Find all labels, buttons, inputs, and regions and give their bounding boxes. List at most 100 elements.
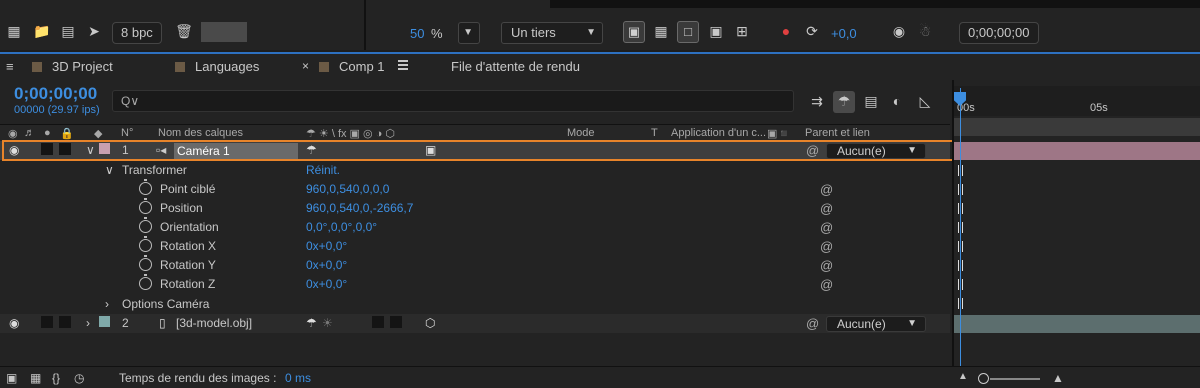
layer-row-3d-model[interactable]: ◉ › 2 ▯ [3d-model.obj] ☂ ☀ ⬡ @ Aucun(e) …: [0, 314, 950, 333]
property-row[interactable]: Rotation X 0x+0,0° @: [0, 236, 950, 256]
property-value[interactable]: 960,0,540,0,-2666,7: [306, 201, 413, 215]
reset-exposure-icon[interactable]: ⟳: [802, 22, 822, 40]
layer-bar-3d-model[interactable]: [954, 315, 1200, 333]
film-icon[interactable]: ▤: [58, 22, 78, 40]
pickwhip-icon[interactable]: @: [820, 239, 833, 254]
exposure-value[interactable]: +0,0: [831, 26, 857, 41]
in-out-toggle-icon[interactable]: {}: [52, 371, 60, 385]
layer-name[interactable]: [3d-model.obj]: [176, 316, 252, 330]
camera-snapshot-icon[interactable]: ◉: [889, 22, 909, 40]
property-row[interactable]: Position 960,0,540,0,-2666,7 @: [0, 198, 950, 218]
switches-header[interactable]: ☂ ☀ \ fx ▣ ◎ ◑ ⬡: [306, 127, 395, 140]
solo-icon[interactable]: ●: [44, 127, 51, 139]
timeline-area[interactable]: 00s 05s: [952, 80, 1200, 388]
grid-guides-icon[interactable]: ⊞: [732, 22, 752, 40]
eye-icon[interactable]: ◉: [9, 316, 19, 330]
expand-chevron-icon[interactable]: ›: [86, 316, 90, 330]
expand-chevron-icon[interactable]: ›: [105, 297, 109, 311]
pickwhip-icon[interactable]: @: [820, 258, 833, 273]
modes-toggle-icon[interactable]: ▦: [30, 371, 41, 385]
tab-3d-project[interactable]: 3D Project: [32, 58, 113, 78]
3d-layer-switch-icon[interactable]: ⬡: [425, 316, 435, 330]
property-row[interactable]: Orientation 0,0°,0,0°,0,0° @: [0, 217, 950, 237]
render-settings-icon[interactable]: ▦: [4, 22, 24, 40]
property-row[interactable]: Rotation Z 0x+0,0° @: [0, 274, 950, 294]
current-time-display[interactable]: 0;00;00;00: [959, 22, 1039, 44]
stopwatch-icon[interactable]: [139, 255, 152, 271]
layer-switches-toggle-icon[interactable]: ▣: [6, 371, 17, 385]
zoom-in-icon[interactable]: ▲: [1052, 371, 1064, 385]
motion-blur-icon[interactable]: ◐: [886, 91, 908, 113]
zoom-value[interactable]: 50: [410, 26, 424, 41]
mask-path-toggle[interactable]: □: [677, 21, 699, 43]
property-value[interactable]: 0x+0,0°: [306, 239, 347, 253]
collapse-switch-icon[interactable]: ☀: [322, 316, 333, 330]
reset-link[interactable]: Réinit.: [306, 163, 340, 177]
parent-dropdown[interactable]: Aucun(e) ▼: [826, 316, 926, 332]
property-row[interactable]: Point ciblé 960,0,540,0,0,0 @: [0, 179, 950, 199]
tab-panel-menu[interactable]: ≡: [6, 58, 14, 78]
camera-options-row[interactable]: › Options Caméra: [0, 295, 950, 314]
playhead-line[interactable]: [960, 88, 961, 388]
stopwatch-icon[interactable]: [139, 198, 152, 214]
mode-header[interactable]: Mode: [567, 127, 595, 139]
layer-search-input[interactable]: Q∨: [112, 90, 794, 112]
audio-icon[interactable]: ♬: [24, 127, 35, 139]
time-ruler[interactable]: 00s 05s: [954, 86, 1200, 116]
stopwatch-icon[interactable]: [139, 236, 152, 252]
bit-depth-button[interactable]: 8 bpc: [112, 22, 162, 44]
layer-name-header[interactable]: Nom des calques: [158, 127, 243, 139]
zoom-dropdown[interactable]: ▼: [458, 22, 480, 44]
matte-icons[interactable]: ▣◾: [767, 127, 791, 140]
pickwhip-icon[interactable]: @: [820, 220, 833, 235]
pickwhip-icon[interactable]: @: [820, 277, 833, 292]
tab-languages[interactable]: Languages: [175, 58, 259, 78]
property-value[interactable]: 0x+0,0°: [306, 277, 347, 291]
tab-comp-1[interactable]: Comp 1: [319, 58, 385, 78]
transparency-grid-icon[interactable]: ▦: [651, 22, 671, 40]
expand-chevron-icon[interactable]: ∨: [105, 163, 114, 177]
shy-switch-icon[interactable]: ☂: [306, 316, 317, 330]
rocket-icon[interactable]: ➤: [84, 22, 104, 40]
show-snapshot-icon[interactable]: ☃: [915, 22, 935, 40]
property-value[interactable]: 960,0,540,0,0,0: [306, 182, 389, 196]
stopwatch-icon[interactable]: [139, 274, 152, 290]
property-row[interactable]: Rotation Y 0x+0,0° @: [0, 255, 950, 275]
tab-menu-icon[interactable]: [398, 60, 408, 72]
pickwhip-icon[interactable]: @: [820, 201, 833, 216]
folder-icon[interactable]: 📁: [32, 22, 52, 40]
region-of-interest-icon[interactable]: ▣: [706, 22, 726, 40]
close-tab-icon[interactable]: ×: [302, 59, 309, 73]
stopwatch-icon[interactable]: [139, 179, 152, 195]
layer-bar-camera[interactable]: [954, 142, 1200, 160]
lock-icon[interactable]: 🔒: [60, 127, 74, 140]
stopwatch-icon[interactable]: [139, 217, 152, 233]
frame-blending-icon[interactable]: ▤: [860, 91, 882, 113]
lock-switch[interactable]: [59, 316, 71, 328]
motion-blur-switch[interactable]: [372, 316, 384, 328]
work-area-bar[interactable]: [954, 118, 1200, 136]
render-time-toggle-icon[interactable]: ◷: [74, 371, 84, 385]
track-matte-header[interactable]: Application d'un c...: [671, 127, 766, 139]
eye-icon[interactable]: ◉: [8, 127, 18, 140]
comp-timecode[interactable]: 0;00;00;00: [14, 84, 97, 104]
trash-icon[interactable]: 🗑: [174, 22, 194, 40]
pickwhip-icon[interactable]: @: [806, 316, 819, 331]
layer-color-label[interactable]: [99, 316, 110, 327]
zoom-out-icon[interactable]: ▲: [958, 371, 968, 382]
adjustment-switch[interactable]: [390, 316, 402, 328]
composition-mini-flowchart-icon[interactable]: ⇉: [806, 91, 828, 113]
pickwhip-icon[interactable]: @: [820, 182, 833, 197]
solo-switch[interactable]: [41, 316, 53, 328]
label-tag-icon[interactable]: ◆: [94, 127, 102, 140]
graph-editor-icon[interactable]: ◺: [914, 91, 936, 113]
property-value[interactable]: 0,0°,0,0°,0,0°: [306, 220, 377, 234]
shy-layers-icon[interactable]: ☂: [833, 91, 855, 113]
property-value[interactable]: 0x+0,0°: [306, 258, 347, 272]
resolution-dropdown[interactable]: Un tiers ▼: [501, 22, 603, 44]
zoom-slider-track[interactable]: [990, 378, 1040, 380]
fast-preview-toggle[interactable]: ▣: [623, 21, 645, 43]
trkmat-t-header[interactable]: T: [651, 127, 658, 139]
zoom-slider-knob[interactable]: [978, 373, 989, 384]
layer-number-header[interactable]: N°: [121, 127, 133, 139]
